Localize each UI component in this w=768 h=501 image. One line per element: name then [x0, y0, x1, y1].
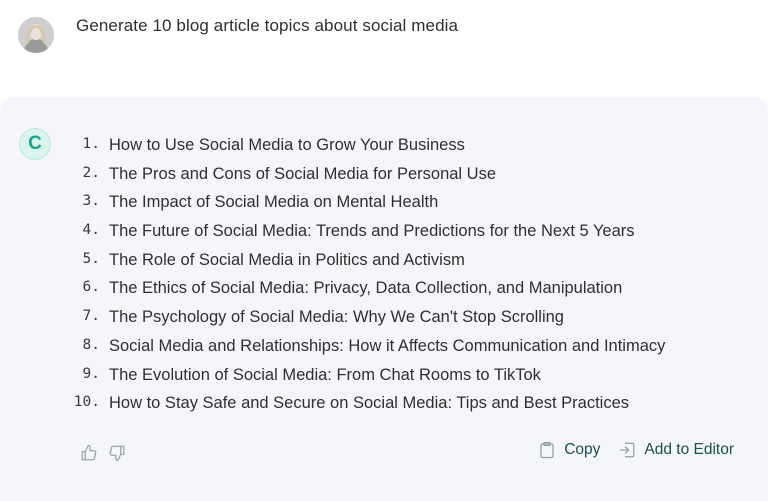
list-item-text: The Impact of Social Media on Mental Hea…	[109, 193, 439, 212]
list-item-text: The Psychology of Social Media: Why We C…	[109, 308, 564, 327]
login-arrow-icon	[620, 442, 635, 458]
list-item-number: 5.	[82, 250, 100, 267]
add-to-editor-button[interactable]: Add to Editor	[618, 441, 734, 459]
list-item-text: The Future of Social Media: Trends and P…	[109, 222, 635, 241]
copy-label: Copy	[564, 441, 601, 458]
list-item-number: 4.	[82, 222, 100, 239]
list-item-number: 9.	[82, 365, 100, 382]
user-prompt-row: Generate 10 blog article topics about so…	[0, 0, 768, 97]
list-item-text: The Role of Social Media in Politics and…	[109, 250, 465, 269]
feedback-buttons	[79, 443, 127, 463]
list-item-number: 1.	[82, 136, 100, 152]
user-avatar-photo	[18, 17, 54, 53]
add-to-editor-label: Add to Editor	[644, 441, 734, 458]
thumbs-down-button[interactable]	[107, 443, 127, 463]
assistant-response-card: C 1. How to Use Social Media to Grow You…	[0, 97, 768, 501]
list-item-text: The Pros and Cons of Social Media for Pe…	[109, 164, 497, 183]
list-item-text: How to Use Social Media to Grow Your Bus…	[109, 136, 465, 154]
user-avatar	[18, 17, 54, 53]
list-item-text: The Evolution of Social Media: From Chat…	[109, 365, 541, 384]
list-item-text: How to Stay Safe and Secure on Social Me…	[109, 394, 630, 413]
thumbs-down-icon	[109, 445, 125, 462]
thumbs-up-icon	[81, 444, 97, 461]
list-item-text: Social Media and Relationships: How it A…	[109, 336, 666, 355]
list-item-number: 2.	[82, 164, 100, 181]
list-item-number: 3.	[82, 193, 100, 210]
clipboard-icon	[540, 441, 554, 459]
list-item-text: The Ethics of Social Media: Privacy, Dat…	[109, 279, 623, 298]
list-item-number: 6.	[82, 279, 100, 296]
thumbs-up-button[interactable]	[79, 443, 99, 463]
prompt-text: Generate 10 blog article topics about so…	[76, 16, 459, 35]
copy-button[interactable]: Copy	[538, 441, 600, 459]
response-actions: Copy Add to Editor	[538, 441, 734, 459]
list-item-number: 10.	[73, 394, 100, 411]
list-item-number: 8.	[82, 336, 100, 353]
assistant-avatar-icon: C	[19, 128, 51, 160]
list-item-number: 7.	[82, 308, 100, 325]
